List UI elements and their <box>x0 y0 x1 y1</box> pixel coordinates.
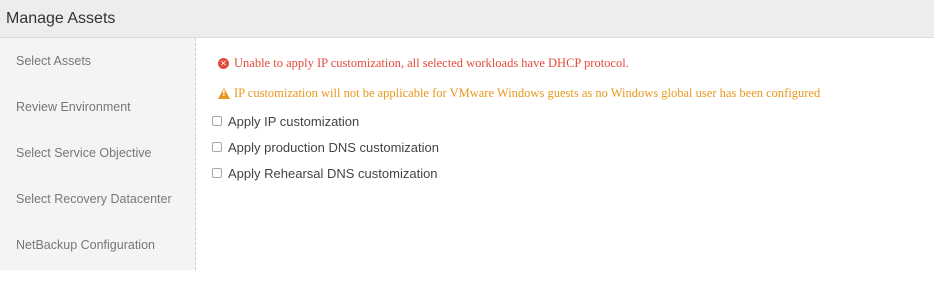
apply-production-dns-label[interactable]: Apply production DNS customization <box>228 140 439 155</box>
sidebar-item-select-assets[interactable]: Select Assets <box>0 54 195 100</box>
error-message: ✕ Unable to apply IP customization, all … <box>218 56 934 70</box>
warning-message: IP customization will not be applicable … <box>218 86 934 100</box>
sidebar-item-select-recovery-datacenter[interactable]: Select Recovery Datacenter <box>0 192 195 238</box>
apply-rehearsal-dns-label[interactable]: Apply Rehearsal DNS customization <box>228 166 438 181</box>
error-message-text: Unable to apply IP customization, all se… <box>234 55 629 70</box>
apply-ip-customization-label[interactable]: Apply IP customization <box>228 114 359 129</box>
sidebar-item-review-environment[interactable]: Review Environment <box>0 100 195 146</box>
apply-ip-customization-option[interactable]: Apply IP customization <box>212 108 934 134</box>
page-header: Manage Assets <box>0 0 934 38</box>
apply-production-dns-checkbox[interactable] <box>212 142 222 152</box>
apply-rehearsal-dns-checkbox[interactable] <box>212 168 222 178</box>
sidebar-item-netbackup-configuration[interactable]: NetBackup Configuration <box>0 238 195 284</box>
error-circle-icon: ✕ <box>218 57 229 69</box>
apply-ip-customization-checkbox[interactable] <box>212 116 222 126</box>
warning-message-text: IP customization will not be applicable … <box>234 85 821 100</box>
content-area: Select Assets Review Environment Select … <box>0 38 934 270</box>
sidebar-item-select-service-objective[interactable]: Select Service Objective <box>0 146 195 192</box>
apply-production-dns-option[interactable]: Apply production DNS customization <box>212 134 934 160</box>
main-panel: ✕ Unable to apply IP customization, all … <box>196 38 934 270</box>
page-title: Manage Assets <box>6 9 116 27</box>
wizard-sidebar: Select Assets Review Environment Select … <box>0 38 196 270</box>
warning-triangle-icon <box>218 87 230 99</box>
apply-rehearsal-dns-option[interactable]: Apply Rehearsal DNS customization <box>212 160 934 186</box>
